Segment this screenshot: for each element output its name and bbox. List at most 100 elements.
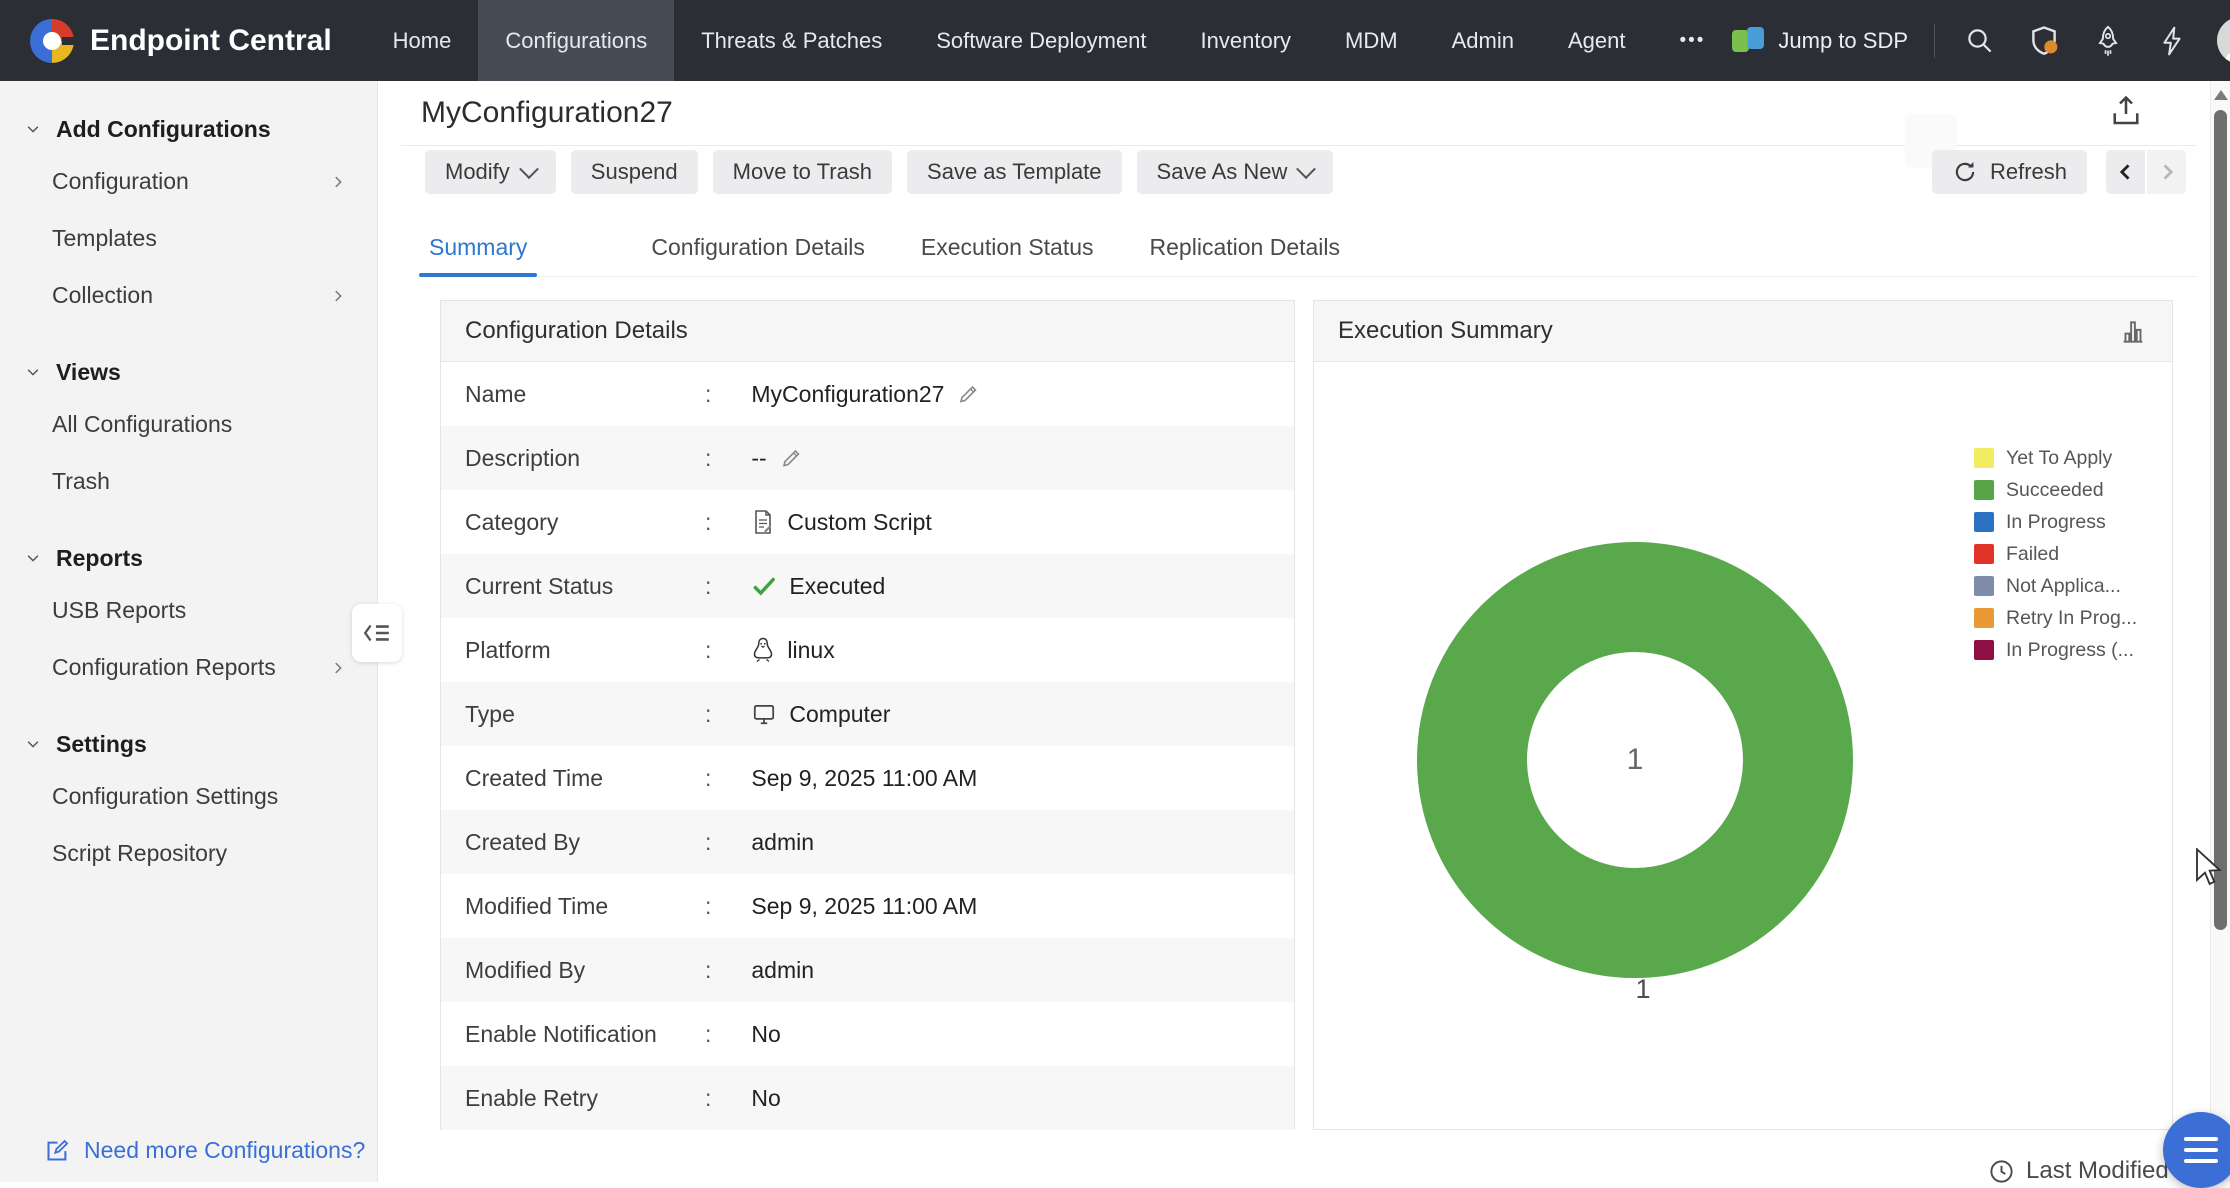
nav-item-configurations[interactable]: Configurations bbox=[478, 0, 674, 81]
export-icon[interactable] bbox=[2108, 93, 2144, 134]
detail-label: Platform bbox=[465, 637, 705, 664]
detail-label: Enable Notification bbox=[465, 1021, 705, 1048]
sidebar: Add ConfigurationsConfigurationTemplates… bbox=[0, 81, 378, 1182]
legend-item-not-applica[interactable]: Not Applica... bbox=[1974, 570, 2137, 602]
navbar-divider bbox=[1934, 24, 1935, 58]
top-navbar: Endpoint Central HomeConfigurationsThrea… bbox=[0, 0, 2230, 81]
sidebar-section-title-add-configurations[interactable]: Add Configurations bbox=[0, 105, 377, 153]
modify-button[interactable]: Modify bbox=[425, 150, 556, 194]
app-logo[interactable]: Endpoint Central bbox=[0, 19, 366, 63]
detail-row-name: Name:MyConfiguration27 bbox=[441, 362, 1294, 426]
sidebar-item-configuration-reports[interactable]: Configuration Reports bbox=[0, 639, 377, 696]
tab-execution-status[interactable]: Execution Status bbox=[917, 218, 1098, 276]
sidebar-item-script-repository[interactable]: Script Repository bbox=[0, 825, 377, 882]
nav-item-admin[interactable]: Admin bbox=[1425, 0, 1541, 81]
toolbar: Modify Suspend Move to Trash Save as Tem… bbox=[425, 150, 2186, 194]
chevron-left-icon bbox=[2116, 162, 2136, 182]
next-button[interactable] bbox=[2147, 150, 2186, 194]
chevron-down-icon bbox=[519, 159, 539, 179]
tab-configuration-details[interactable]: Configuration Details bbox=[647, 218, 869, 276]
sidebar-section-add-configurations: Add ConfigurationsConfigurationTemplates… bbox=[0, 105, 377, 324]
chevron-right-icon bbox=[2157, 162, 2177, 182]
bar-chart-icon[interactable] bbox=[2118, 316, 2148, 346]
sidebar-item-configuration-settings[interactable]: Configuration Settings bbox=[0, 768, 377, 825]
configuration-details-header: Configuration Details bbox=[441, 301, 1294, 362]
detail-label: Category bbox=[465, 509, 705, 536]
nav-item-threats-patches[interactable]: Threats & Patches bbox=[674, 0, 909, 81]
nav-item-mdm[interactable]: MDM bbox=[1318, 0, 1425, 81]
legend-item-yet-to-apply[interactable]: Yet To Apply bbox=[1974, 442, 2137, 474]
sidebar-section-reports: ReportsUSB ReportsConfiguration Reports bbox=[0, 534, 377, 696]
detail-value: admin bbox=[751, 957, 814, 984]
edit-pencil-icon[interactable] bbox=[956, 382, 980, 406]
shield-notification-icon[interactable] bbox=[2025, 22, 2063, 60]
move-to-trash-button[interactable]: Move to Trash bbox=[713, 150, 892, 194]
search-icon[interactable] bbox=[1961, 22, 1999, 60]
sidebar-item-configuration[interactable]: Configuration bbox=[0, 153, 377, 210]
last-modified-control[interactable]: Last Modified bbox=[1988, 1157, 2169, 1185]
chevron-right-icon bbox=[329, 659, 347, 677]
rocket-icon[interactable] bbox=[2089, 22, 2127, 60]
linux-penguin-icon bbox=[751, 637, 775, 664]
detail-row-modified-by: Modified By:admin bbox=[441, 938, 1294, 1002]
detail-label: Name bbox=[465, 381, 705, 408]
detail-row-enable-retry: Enable Retry:No bbox=[441, 1066, 1294, 1130]
sidebar-item-collection[interactable]: Collection bbox=[0, 267, 377, 324]
navbar-right-cluster: Jump to SDP bbox=[1732, 17, 2230, 64]
donut-slice-succeeded[interactable] bbox=[1472, 597, 1798, 923]
scrollbar-up-arrow[interactable] bbox=[2214, 90, 2228, 100]
sidebar-section-title-settings[interactable]: Settings bbox=[0, 720, 377, 768]
jump-to-sdp-button[interactable]: Jump to SDP bbox=[1732, 26, 1908, 56]
avatar[interactable] bbox=[2217, 17, 2230, 64]
chevron-down-icon bbox=[1296, 159, 1316, 179]
detail-row-description: Description:-- bbox=[441, 426, 1294, 490]
detail-row-modified-time: Modified Time:Sep 9, 2025 11:00 AM bbox=[441, 874, 1294, 938]
nav-item-software-deployment[interactable]: Software Deployment bbox=[909, 0, 1173, 81]
refresh-button[interactable]: Refresh bbox=[1932, 150, 2087, 194]
nav-item-agent[interactable]: Agent bbox=[1541, 0, 1653, 81]
clock-icon bbox=[1988, 1158, 2015, 1185]
scrollbar-thumb[interactable] bbox=[2214, 110, 2227, 930]
legend-item-in-progress[interactable]: In Progress (... bbox=[1974, 634, 2137, 666]
sidebar-item-trash[interactable]: Trash bbox=[0, 453, 377, 510]
sidebar-item-templates[interactable]: Templates bbox=[0, 210, 377, 267]
chevron-down-icon bbox=[24, 735, 42, 753]
nav-item-more[interactable]: ••• bbox=[1652, 0, 1732, 81]
execution-summary-panel: Execution Summary 1 1 Yet To ApplySuccee… bbox=[1313, 300, 2173, 1130]
previous-button[interactable] bbox=[2106, 150, 2145, 194]
detail-row-platform: Platform:linux bbox=[441, 618, 1294, 682]
page-title: MyConfiguration27 bbox=[421, 96, 673, 130]
save-as-template-button[interactable]: Save as Template bbox=[907, 150, 1121, 194]
sidebar-section-title-reports[interactable]: Reports bbox=[0, 534, 377, 582]
detail-row-enable-notification: Enable Notification:No bbox=[441, 1002, 1294, 1066]
configuration-details-title: Configuration Details bbox=[465, 317, 688, 345]
legend-item-succeeded[interactable]: Succeeded bbox=[1974, 474, 2137, 506]
tab-summary[interactable]: Summary bbox=[425, 218, 531, 276]
legend-item-failed[interactable]: Failed bbox=[1974, 538, 2137, 570]
brand-logo-icon bbox=[30, 19, 74, 63]
chevron-down-icon bbox=[24, 549, 42, 567]
flash-icon[interactable] bbox=[2153, 22, 2191, 60]
detail-row-created-time: Created Time:Sep 9, 2025 11:00 AM bbox=[441, 746, 1294, 810]
donut-chart bbox=[1405, 530, 1865, 990]
nav-item-home[interactable]: Home bbox=[366, 0, 479, 81]
main-content: MyConfiguration27 Modify Suspend Move to… bbox=[379, 81, 2210, 1182]
sidebar-item-all-configurations[interactable]: All Configurations bbox=[0, 396, 377, 453]
legend-item-in-progress[interactable]: In Progress bbox=[1974, 506, 2137, 538]
floating-menu-button[interactable] bbox=[2163, 1112, 2230, 1188]
legend-item-retry-in-prog[interactable]: Retry In Prog... bbox=[1974, 602, 2137, 634]
nav-item-inventory[interactable]: Inventory bbox=[1174, 0, 1319, 81]
suspend-button[interactable]: Suspend bbox=[571, 150, 698, 194]
sidebar-collapse-button[interactable] bbox=[352, 604, 402, 662]
edit-pencil-icon[interactable] bbox=[779, 446, 803, 470]
execution-summary-header: Execution Summary bbox=[1314, 301, 2172, 362]
need-more-configurations-link[interactable]: Need more Configurations? bbox=[0, 1118, 377, 1182]
sidebar-section-title-views[interactable]: Views bbox=[0, 348, 377, 396]
execution-summary-title: Execution Summary bbox=[1338, 317, 1553, 345]
save-as-new-button[interactable]: Save As New bbox=[1137, 150, 1334, 194]
detail-value: Computer bbox=[789, 701, 890, 728]
tab-bar: Summary Configuration Details Execution St… bbox=[425, 218, 2196, 277]
tab-replication-details[interactable]: Replication Details bbox=[1146, 218, 1344, 276]
sidebar-item-usb-reports[interactable]: USB Reports bbox=[0, 582, 377, 639]
detail-label: Modified By bbox=[465, 957, 705, 984]
